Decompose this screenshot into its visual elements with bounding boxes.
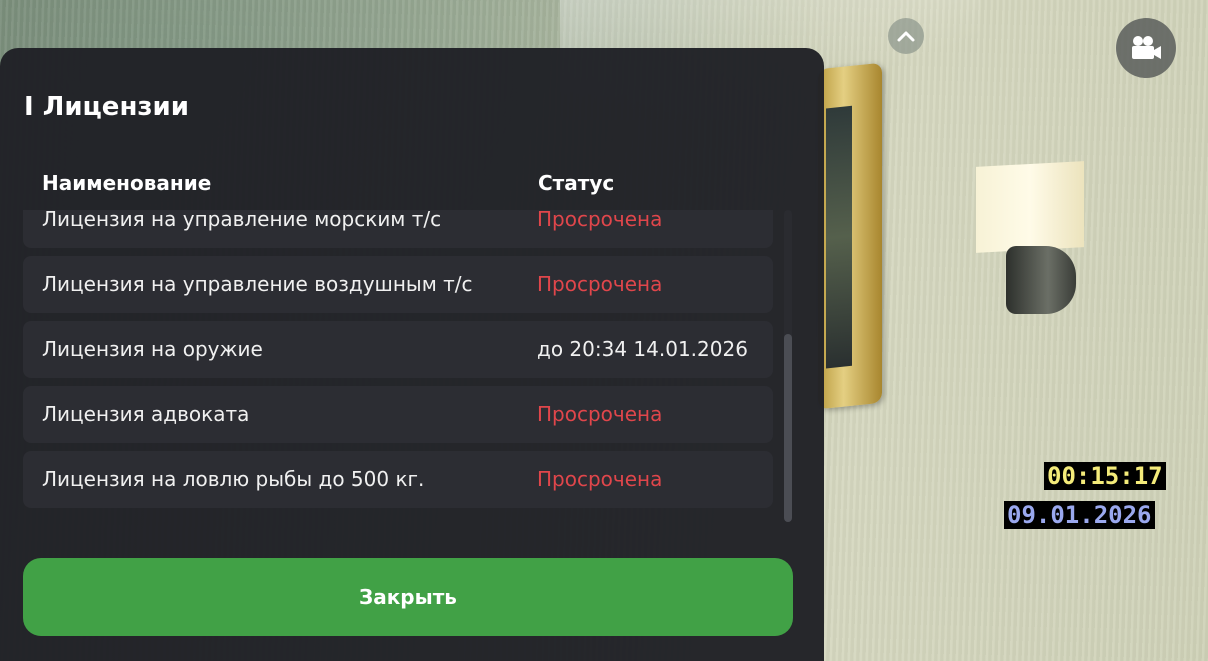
- license-status: Просрочена: [537, 210, 663, 231]
- hud-time: 00:15:17: [1044, 462, 1166, 490]
- license-name: Лицензия на оружие: [42, 337, 263, 361]
- license-row: Лицензия на управление воздушным т/с Прос…: [23, 256, 773, 313]
- licenses-dialog: I Лицензии Наименование Статус Лицензия …: [0, 48, 824, 661]
- license-row: Лицензия на ловлю рыбы до 500 кг. Просроч…: [23, 451, 773, 508]
- close-button[interactable]: Закрыть: [23, 558, 793, 636]
- scroll-up-button[interactable]: [888, 18, 924, 54]
- wall-lamp-shade: [976, 161, 1084, 253]
- scrollbar-thumb[interactable]: [784, 334, 792, 522]
- license-name: Лицензия на управление воздушным т/с: [42, 272, 473, 296]
- license-name: Лицензия на управление морским т/с: [42, 210, 442, 231]
- licenses-list[interactable]: Лицензия на управление морским т/с Просро…: [23, 210, 773, 532]
- hud-date: 09.01.2026: [1004, 501, 1155, 529]
- license-name: Лицензия адвоката: [42, 402, 250, 426]
- license-status: Просрочена: [537, 402, 663, 426]
- license-row: Лицензия адвоката Просрочена: [23, 386, 773, 443]
- dialog-title: I Лицензии: [24, 92, 189, 122]
- column-header-name: Наименование: [42, 171, 212, 195]
- scrollbar[interactable]: [784, 210, 792, 522]
- video-camera-icon: [1132, 36, 1161, 59]
- column-header-status: Статус: [538, 171, 615, 195]
- license-name: Лицензия на ловлю рыбы до 500 кг.: [42, 467, 425, 491]
- wall-painting: [818, 62, 882, 410]
- chevron-up-icon: [897, 31, 915, 42]
- licenses-list-content: Лицензия на управление морским т/с Просро…: [23, 210, 773, 516]
- license-status: Просрочена: [537, 467, 663, 491]
- camera-button[interactable]: [1116, 18, 1176, 78]
- license-status: до 20:34 14.01.2026: [537, 337, 748, 361]
- wall-lamp-base: [1006, 246, 1076, 314]
- license-row: Лицензия на оружие до 20:34 14.01.2026: [23, 321, 773, 378]
- license-row: Лицензия на управление морским т/с Просро…: [23, 210, 773, 248]
- license-status: Просрочена: [537, 272, 663, 296]
